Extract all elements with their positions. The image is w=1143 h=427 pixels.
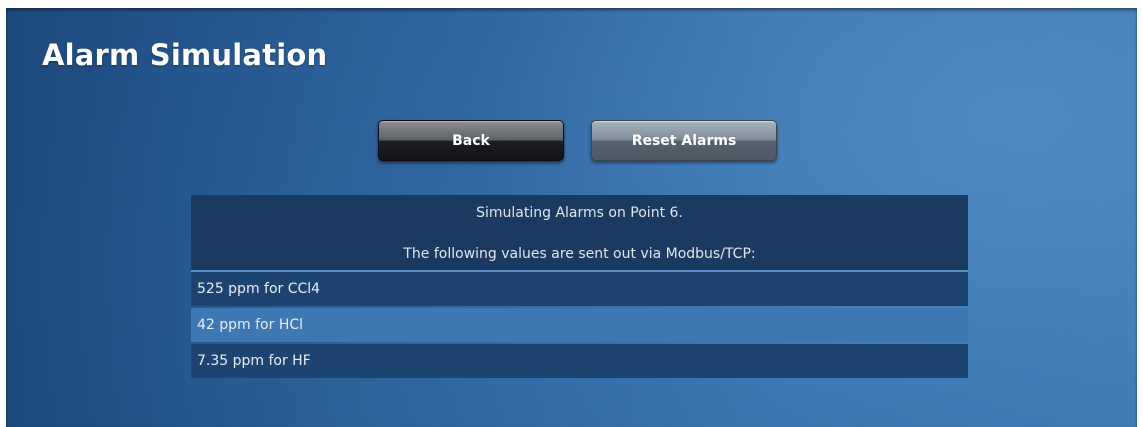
simulation-panel: Simulating Alarms on Point 6. The follow… xyxy=(191,195,968,378)
value-row: 42 ppm for HCl xyxy=(191,308,968,342)
reset-alarms-button[interactable]: Reset Alarms xyxy=(591,120,777,161)
modbus-info-text: The following values are sent out via Mo… xyxy=(403,246,756,262)
value-row: 7.35 ppm for HF xyxy=(191,344,968,378)
simulation-status-text: Simulating Alarms on Point 6. xyxy=(476,205,683,221)
value-row: 525 ppm for CCl4 xyxy=(191,272,968,306)
main-screen: Alarm Simulation Back Reset Alarms Simul… xyxy=(6,8,1137,427)
back-button[interactable]: Back xyxy=(378,120,564,161)
page-title: Alarm Simulation xyxy=(42,38,328,72)
panel-header: Simulating Alarms on Point 6. The follow… xyxy=(191,195,968,272)
